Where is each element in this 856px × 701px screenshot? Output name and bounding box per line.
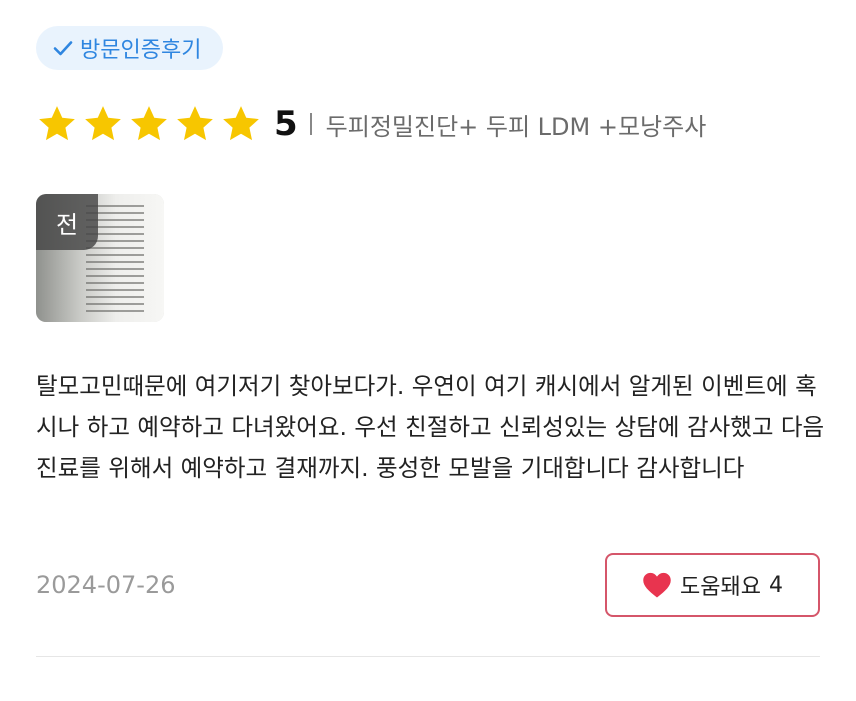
star-rating	[36, 103, 262, 145]
helpful-label: 도움돼요	[680, 575, 761, 600]
review-date: 2024-07-26	[36, 571, 176, 599]
badge-label: 방문인증후기	[80, 38, 202, 63]
rating-score: 5	[274, 104, 298, 144]
star-icon	[174, 103, 216, 145]
before-label: 전	[36, 194, 98, 250]
bottom-divider	[36, 656, 820, 657]
review-text: 탈모고민때문에 여기저기 찾아보다가. 우연이 여기 캐시에서 알게된 이벤트에…	[36, 372, 825, 482]
divider	[309, 113, 312, 135]
rating-row: 5 두피정밀진단+ 두피 LDM +모낭주사	[36, 98, 706, 150]
before-photo-thumbnail[interactable]: 전	[36, 194, 164, 322]
helpful-count: 4	[768, 572, 783, 598]
star-icon	[220, 103, 262, 145]
star-icon	[82, 103, 124, 145]
check-icon	[52, 37, 74, 59]
heart-icon	[642, 571, 672, 599]
star-icon	[36, 103, 78, 145]
helpful-button[interactable]: 도움돼요 4	[605, 553, 820, 617]
treatment-name: 두피정밀진단+ 두피 LDM +모낭주사	[325, 112, 707, 141]
star-icon	[128, 103, 170, 145]
visit-verified-badge: 방문인증후기	[36, 26, 224, 70]
